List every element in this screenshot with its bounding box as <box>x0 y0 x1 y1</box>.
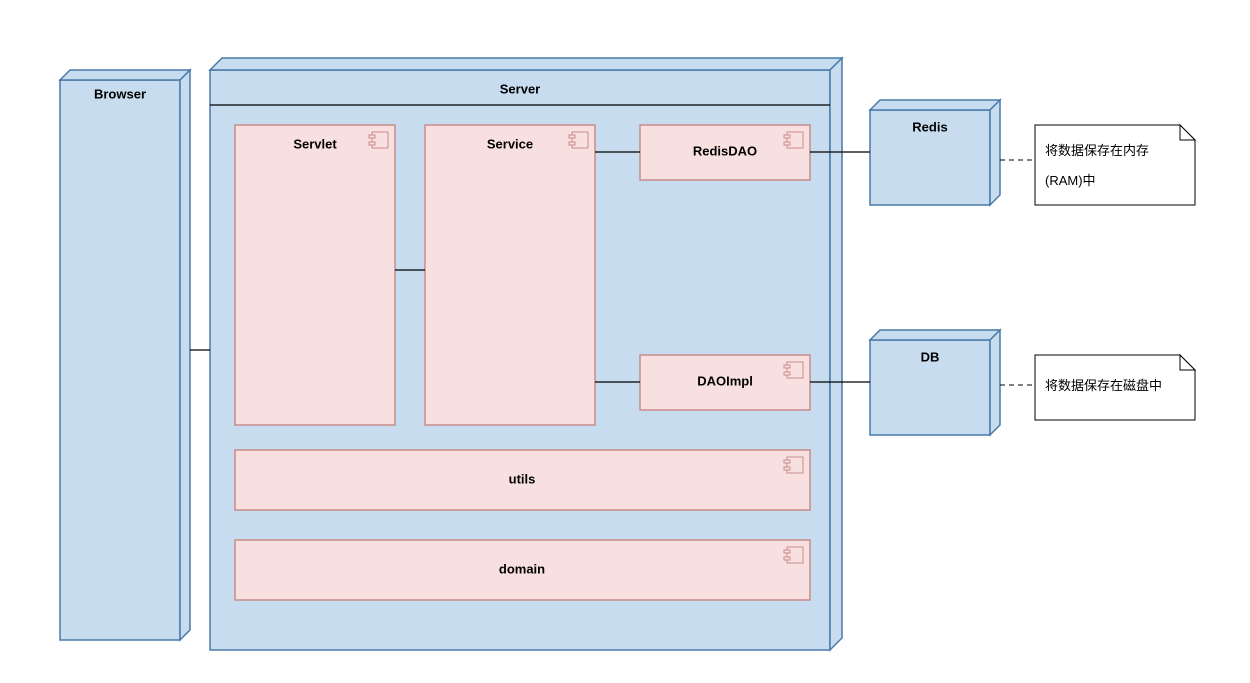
db-node: DB <box>870 330 1000 435</box>
note-redis-line2: (RAM)中 <box>1045 173 1096 188</box>
browser-node: Browser <box>60 70 190 640</box>
note-db-line1: 将数据保存在磁盘中 <box>1045 378 1162 393</box>
domain-label: domain <box>499 561 545 576</box>
note-redis-line1: 将数据保存在内存 <box>1045 143 1149 158</box>
servlet-component: Servlet <box>235 125 395 425</box>
servlet-label: Servlet <box>293 136 337 151</box>
utils-component: utils <box>235 450 810 510</box>
redis-node: Redis <box>870 100 1000 205</box>
daoimpl-component: DAOImpl <box>640 355 810 410</box>
daoimpl-label: DAOImpl <box>697 373 753 388</box>
redisdao-component: RedisDAO <box>640 125 810 180</box>
db-label: DB <box>921 349 940 364</box>
redis-label: Redis <box>912 119 947 134</box>
utils-label: utils <box>509 471 536 486</box>
browser-label: Browser <box>94 86 146 101</box>
note-db: 将数据保存在磁盘中 <box>1035 355 1195 420</box>
redisdao-label: RedisDAO <box>693 143 757 158</box>
service-label: Service <box>487 136 533 151</box>
server-label: Server <box>500 81 540 96</box>
domain-component: domain <box>235 540 810 600</box>
note-redis: 将数据保存在内存 (RAM)中 <box>1035 125 1195 205</box>
architecture-diagram: Browser Server Servlet Service RedisDAO <box>0 0 1250 683</box>
service-component: Service <box>425 125 595 425</box>
